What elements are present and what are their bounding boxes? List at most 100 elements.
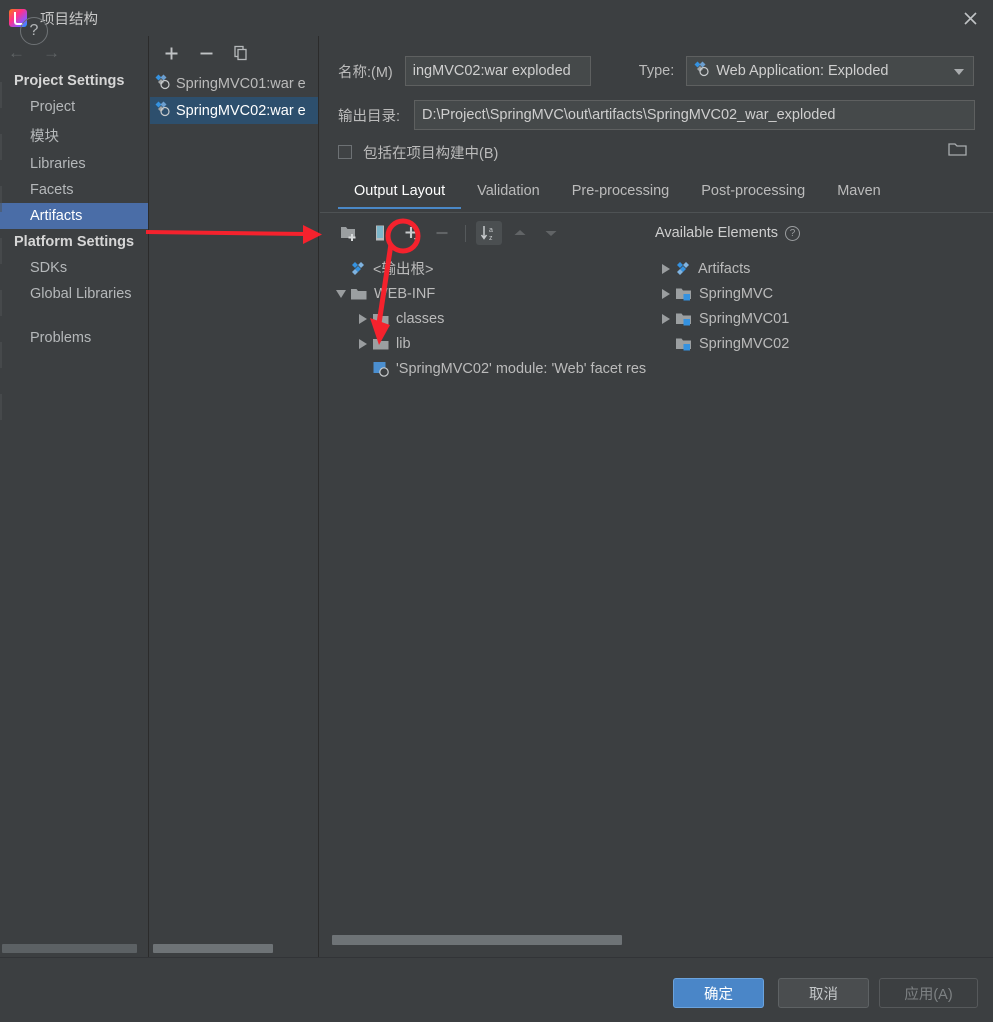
type-dropdown[interactable]: Web Application: Exploded	[686, 56, 975, 86]
artifact-icon	[154, 73, 171, 94]
sidebar-nav-arrows: ← →	[0, 36, 148, 68]
apply-button[interactable]: 应用(A)	[879, 978, 978, 1008]
sidebar-item-modules[interactable]: 模块	[0, 120, 148, 151]
list-item[interactable]: SpringMVC01:war e	[150, 70, 318, 97]
output-root-tree: <输出根> WEB-INF classes lib 'SpringMVC02' …	[332, 256, 657, 911]
sidebar-item-global-libraries[interactable]: Global Libraries	[0, 281, 148, 307]
tree-row-lib[interactable]: lib	[332, 331, 657, 356]
output-directory-label: 输出目录:	[338, 108, 401, 125]
sidebar-item-sdks[interactable]: SDKs	[0, 255, 148, 281]
tab-maven[interactable]: Maven	[821, 180, 897, 207]
chevron-right-icon[interactable]	[354, 313, 372, 324]
scrollbar-thumb[interactable]	[332, 935, 622, 945]
tab-validation[interactable]: Validation	[461, 180, 556, 207]
facet-resources-icon	[372, 360, 390, 377]
sidebar-group-project-settings: Project Settings	[14, 73, 125, 89]
chevron-right-icon[interactable]	[657, 288, 675, 299]
artifacts-toolbar	[150, 36, 318, 70]
include-in-build-checkbox[interactable]	[338, 145, 352, 159]
sidebar-item-project[interactable]: Project	[0, 94, 148, 120]
module-icon	[675, 286, 693, 302]
tree-row-springmvc[interactable]: SpringMVC	[657, 281, 993, 306]
tree-label: 'SpringMVC02' module: 'Web' facet res	[396, 360, 647, 377]
scrollbar-thumb[interactable]	[2, 944, 137, 953]
sidebar-horizontal-scrollbar[interactable]	[2, 943, 141, 954]
output-layout-split: <输出根> WEB-INF classes lib 'SpringMVC02' …	[320, 256, 993, 911]
output-tree-horizontal-scrollbar[interactable]	[332, 934, 642, 946]
name-label: 名称:(M)	[338, 64, 393, 81]
folder-icon	[372, 311, 390, 327]
include-in-build-label: 包括在项目构建中(B)	[363, 145, 499, 162]
svg-text:a: a	[489, 227, 493, 234]
folder-icon[interactable]	[948, 141, 968, 157]
type-label: Type:	[638, 63, 675, 79]
tree-label: SpringMVC02	[699, 335, 790, 352]
sidebar-item-libraries[interactable]: Libraries	[0, 151, 148, 177]
sort-az-icon[interactable]: a z	[476, 221, 502, 245]
window-title: 项目结构	[40, 11, 98, 28]
ok-button[interactable]: 确定	[673, 978, 764, 1008]
artifact-label: SpringMVC01:war e	[176, 75, 306, 92]
minus-icon	[429, 221, 455, 245]
output-directory-row: 输出目录: D:\Project\SpringMVC\out\artifacts…	[320, 100, 993, 130]
toolbar-separator	[465, 224, 466, 242]
tree-row-module-facet-resources[interactable]: 'SpringMVC02' module: 'Web' facet res	[332, 356, 657, 381]
scrollbar-thumb[interactable]	[153, 944, 273, 953]
tab-pre-processing[interactable]: Pre-processing	[556, 180, 686, 207]
tree-row-springmvc01[interactable]: SpringMVC01	[657, 306, 993, 331]
cancel-button[interactable]: 取消	[778, 978, 869, 1008]
tree-row-springmvc02[interactable]: SpringMVC02	[657, 331, 993, 356]
arrow-right-icon[interactable]: →	[43, 44, 60, 61]
copy-artifact-button[interactable]	[230, 42, 252, 64]
tab-output-layout[interactable]: Output Layout	[338, 180, 462, 209]
module-icon	[675, 311, 693, 327]
module-icon	[675, 336, 693, 352]
tree-row-web-inf[interactable]: WEB-INF	[332, 281, 657, 306]
folder-icon	[350, 286, 368, 302]
help-icon[interactable]: ?	[785, 225, 801, 241]
sidebar-left-ticks	[0, 82, 2, 422]
artifacts-horizontal-scrollbar[interactable]	[153, 943, 316, 954]
folder-icon	[372, 336, 390, 352]
plus-icon[interactable]	[398, 221, 424, 245]
available-elements-header: Available Elements ?	[655, 225, 801, 241]
arrow-left-icon[interactable]: ←	[8, 44, 25, 61]
chevron-down-icon[interactable]	[954, 69, 965, 75]
chevron-right-icon[interactable]	[657, 313, 675, 324]
name-input[interactable]: ingMVC02:war exploded	[404, 56, 591, 86]
arrow-down-icon	[538, 221, 564, 245]
output-layout-toolbar: a z Available Elements ?	[320, 219, 993, 247]
available-elements-label: Available Elements	[655, 225, 779, 241]
tree-row-output-root[interactable]: <输出根>	[332, 256, 657, 281]
sidebar-group-platform-settings: Platform Settings	[14, 234, 135, 250]
tree-label: classes	[396, 310, 445, 327]
chevron-right-icon[interactable]	[657, 263, 675, 274]
new-folder-icon[interactable]	[336, 221, 362, 245]
artifact-detail-panel: 名称:(M) ingMVC02:war exploded Type: Web A…	[320, 36, 993, 988]
artifacts-list-panel: SpringMVC01:war e SpringMVC02:war e	[150, 36, 319, 957]
tree-row-artifacts[interactable]: Artifacts	[657, 256, 993, 281]
sidebar-item-facets[interactable]: Facets	[0, 177, 148, 203]
tree-label: SpringMVC	[699, 285, 774, 302]
sidebar-item-artifacts[interactable]: Artifacts	[0, 203, 148, 229]
name-row: 名称:(M) ingMVC02:war exploded Type: Web A…	[320, 56, 993, 86]
archive-icon[interactable]	[367, 221, 393, 245]
sidebar-item-problems[interactable]: Problems	[0, 325, 148, 351]
tab-post-processing[interactable]: Post-processing	[685, 180, 821, 207]
chevron-down-icon[interactable]	[332, 289, 350, 298]
add-artifact-button[interactable]	[160, 42, 182, 64]
title-bar: 项目结构	[0, 0, 993, 36]
include-in-build-row[interactable]: 包括在项目构建中(B)	[320, 140, 993, 164]
tree-label: Artifacts	[698, 260, 751, 277]
artifact-icon	[693, 60, 710, 82]
close-icon[interactable]	[947, 0, 993, 36]
output-directory-input[interactable]: D:\Project\SpringMVC\out\artifacts\Sprin…	[414, 100, 975, 130]
help-icon[interactable]: ?	[20, 17, 48, 45]
chevron-right-icon[interactable]	[354, 338, 372, 349]
tree-row-classes[interactable]: classes	[332, 306, 657, 331]
type-value: Web Application: Exploded	[716, 63, 889, 79]
available-elements-tree: Artifacts SpringMVC SpringMVC01 SpringMV…	[657, 256, 993, 911]
list-item[interactable]: SpringMVC02:war e	[150, 97, 318, 124]
remove-artifact-button[interactable]	[195, 42, 217, 64]
